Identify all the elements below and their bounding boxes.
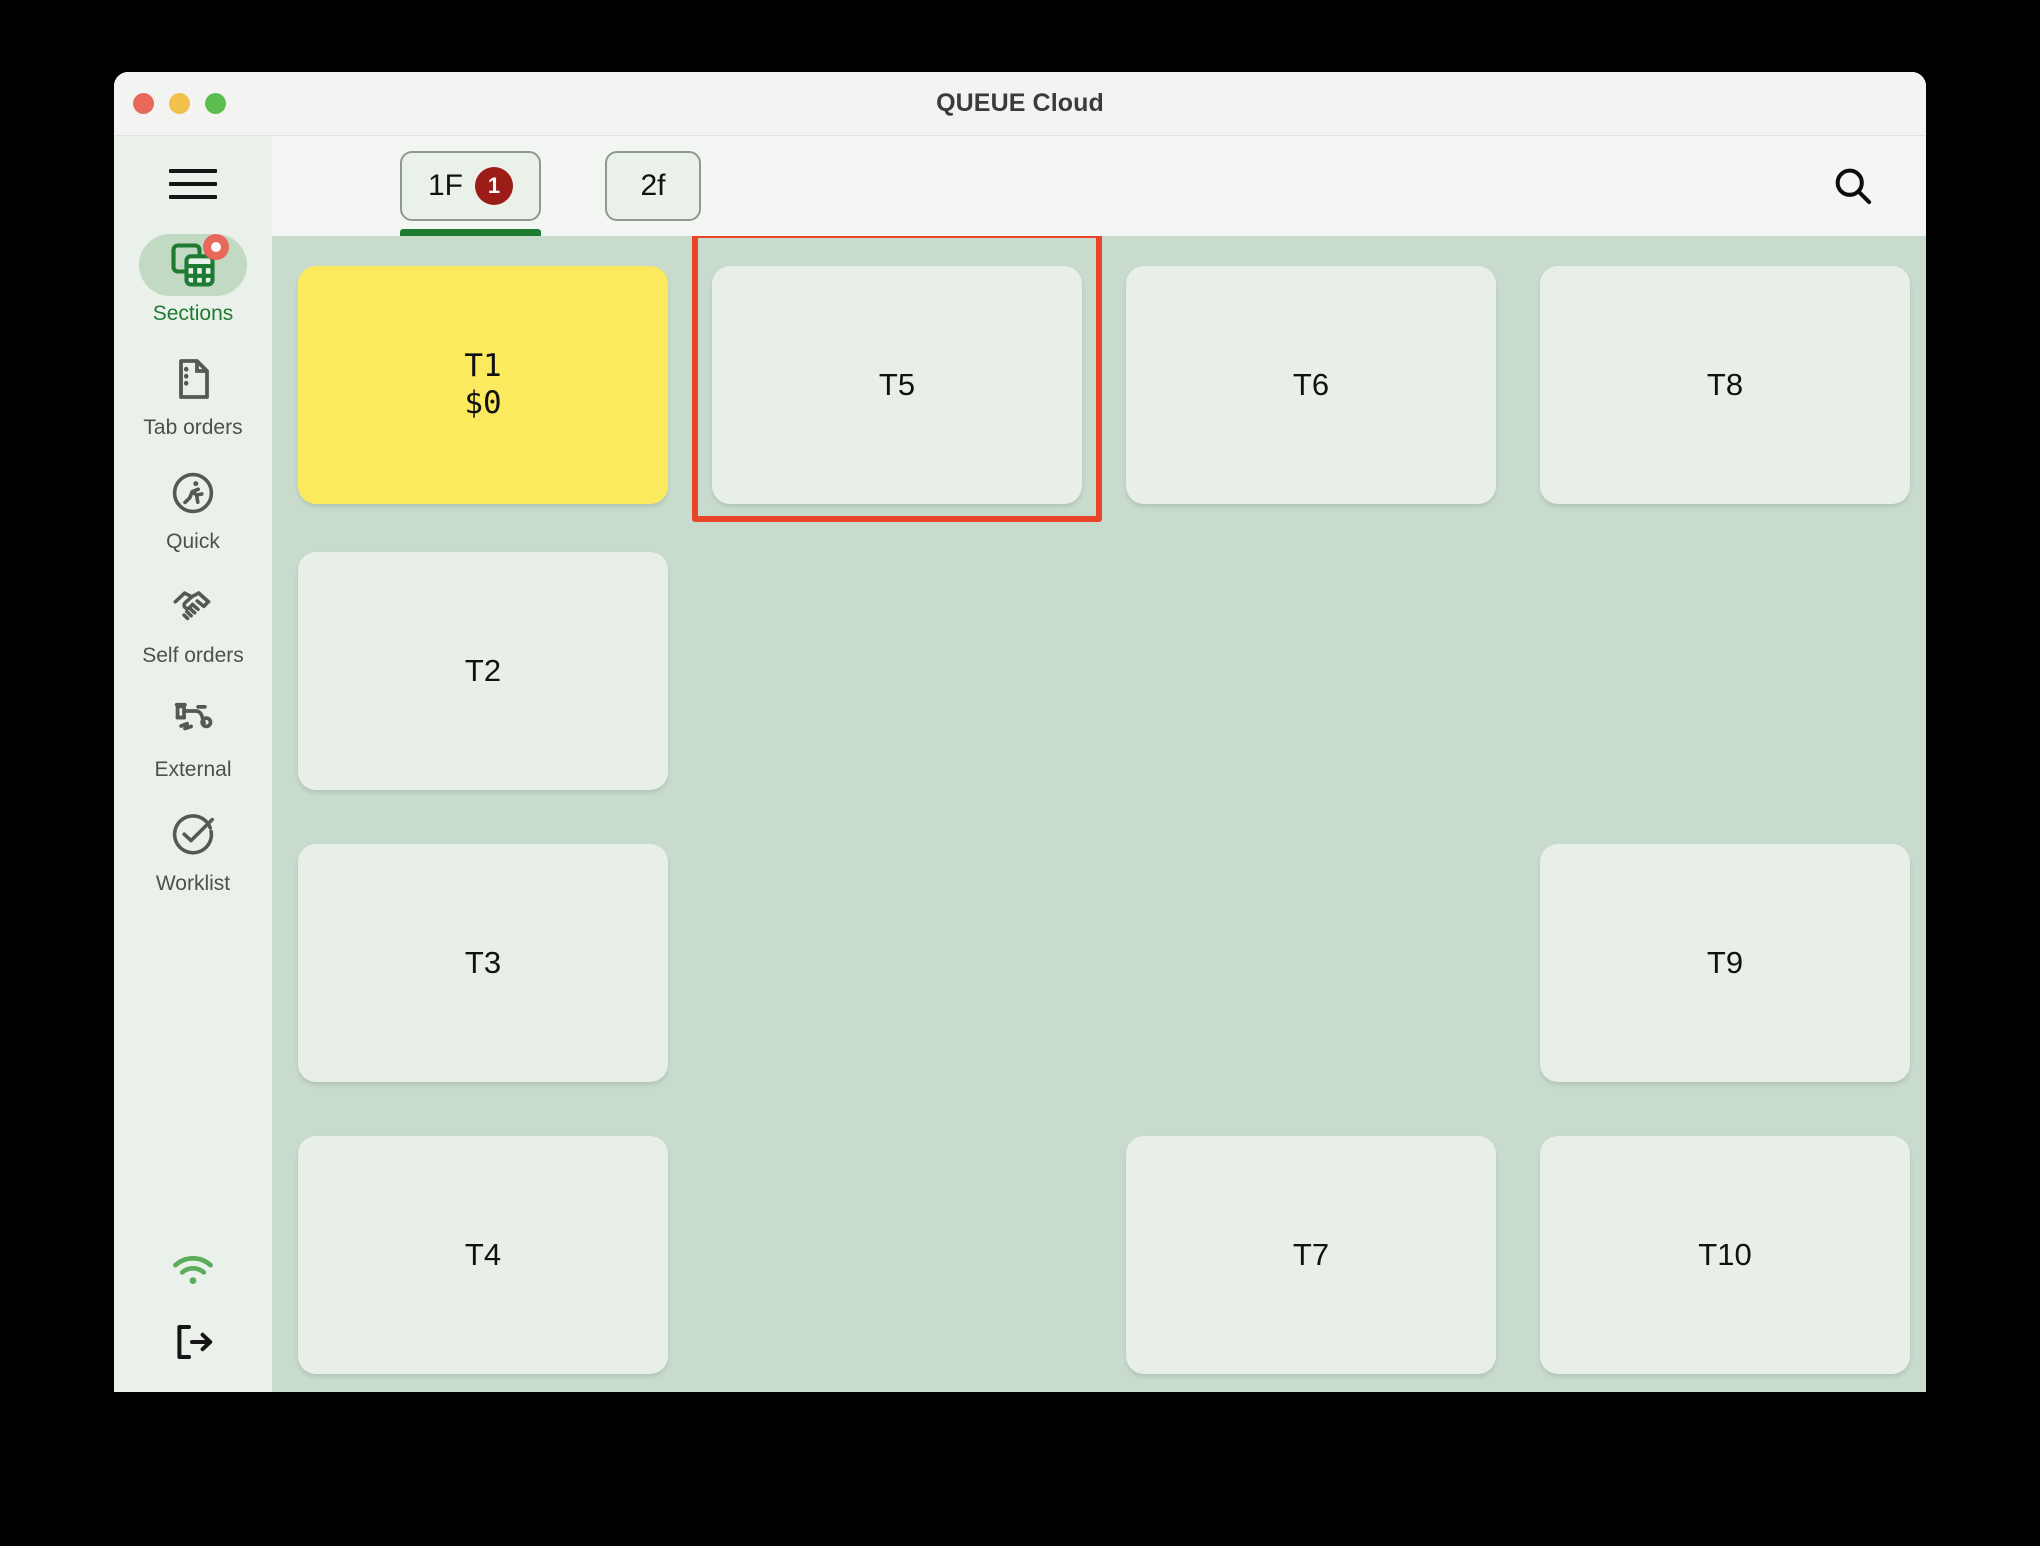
tab-label: 1F xyxy=(428,169,464,202)
tab-orders-icon-wrap xyxy=(139,348,247,410)
wifi-icon xyxy=(173,1256,213,1284)
table-card-t1[interactable]: T1 $0 xyxy=(298,266,668,504)
floor-tab-bar: 1F 1 2f xyxy=(272,136,1926,241)
table-card-t7[interactable]: T7 xyxy=(1126,1136,1496,1374)
tab-floor-1f[interactable]: 1F 1 xyxy=(400,151,542,241)
content-area: 1F 1 2f T1 $0 T2 T3 T4 T5 T6 T7 T8 T9 T10 xyxy=(272,136,1926,1392)
sidebar-item-label: Sections xyxy=(152,302,234,325)
table-label: T4 xyxy=(464,1237,502,1273)
check-circle-icon xyxy=(172,814,214,855)
minimize-window-button[interactable] xyxy=(169,93,190,114)
tab-floor-2f[interactable]: 2f xyxy=(605,151,702,221)
sidebar-item-label: Self orders xyxy=(142,644,244,667)
table-card-t2[interactable]: T2 xyxy=(298,552,668,790)
document-icon xyxy=(179,359,209,399)
sidebar-item-worklist[interactable]: Worklist xyxy=(114,804,272,896)
table-card-t3[interactable]: T3 xyxy=(298,844,668,1082)
runner-circle-icon xyxy=(172,472,214,514)
handshake-icon xyxy=(173,591,211,621)
table-label: T2 xyxy=(464,653,502,689)
search-icon xyxy=(1835,168,1872,205)
table-card-t9[interactable]: T9 xyxy=(1540,844,1910,1082)
external-icon-wrap xyxy=(139,690,247,752)
table-label: T10 xyxy=(1698,1237,1752,1273)
sidebar-item-external[interactable]: External xyxy=(114,690,272,782)
sidebar: Sections Tab orders Quick Self orders Ex… xyxy=(114,136,272,1392)
table-label: T9 xyxy=(1706,945,1744,981)
search-button[interactable] xyxy=(1824,157,1882,215)
sidebar-item-sections[interactable]: Sections xyxy=(114,234,272,326)
hamburger-menu-icon[interactable] xyxy=(169,164,217,204)
table-card-t6[interactable]: T6 xyxy=(1126,266,1496,504)
sections-notification-badge xyxy=(203,234,229,260)
table-card-t5[interactable]: T5 xyxy=(712,266,1082,504)
sidebar-item-tab-orders[interactable]: Tab orders xyxy=(114,348,272,440)
window-title: QUEUE Cloud xyxy=(936,89,1104,117)
zoom-window-button[interactable] xyxy=(205,93,226,114)
table-label: T3 xyxy=(464,945,502,981)
traffic-light-buttons xyxy=(133,93,226,114)
window-body: Sections Tab orders Quick Self orders Ex… xyxy=(114,136,1926,1392)
table-card-t8[interactable]: T8 xyxy=(1540,266,1910,504)
tab-label: 2f xyxy=(640,169,666,202)
table-label: T6 xyxy=(1292,367,1330,403)
sidebar-item-label: Quick xyxy=(166,530,220,553)
table-card-t10[interactable]: T10 xyxy=(1540,1136,1910,1374)
logout-icon xyxy=(177,1325,213,1359)
table-label: T1 xyxy=(464,347,502,384)
floorplan-area: T1 $0 T2 T3 T4 T5 T6 T7 T8 T9 T10 xyxy=(272,236,1926,1392)
scooter-icon xyxy=(174,702,213,731)
table-amount: $0 xyxy=(464,385,502,421)
sidebar-item-label: Worklist xyxy=(155,872,231,895)
table-label: T7 xyxy=(1292,1237,1330,1273)
sidebar-item-self-orders[interactable]: Self orders xyxy=(114,576,272,668)
tables-canvas: T1 $0 T2 T3 T4 T5 T6 T7 T8 T9 T10 xyxy=(272,250,1926,1392)
table-label: T8 xyxy=(1706,367,1744,403)
app-window: QUEUE Cloud Sections Tab orders Quick Se… xyxy=(114,72,1926,1392)
table-label: T5 xyxy=(878,367,916,403)
quick-icon-wrap xyxy=(139,462,247,524)
sidebar-bottom-actions xyxy=(114,1250,272,1392)
sections-icon-wrap xyxy=(139,234,247,296)
worklist-icon-wrap xyxy=(139,804,247,866)
title-bar: QUEUE Cloud xyxy=(114,72,1926,136)
close-window-button[interactable] xyxy=(133,93,154,114)
logout-button[interactable] xyxy=(169,1318,217,1366)
self-orders-icon-wrap xyxy=(139,576,247,638)
sidebar-item-label: External xyxy=(154,758,232,781)
sidebar-item-quick[interactable]: Quick xyxy=(114,462,272,554)
tab-count-badge: 1 xyxy=(475,167,514,205)
table-card-t4[interactable]: T4 xyxy=(298,1136,668,1374)
wifi-status-button[interactable] xyxy=(167,1250,219,1290)
sidebar-item-label: Tab orders xyxy=(143,416,243,439)
